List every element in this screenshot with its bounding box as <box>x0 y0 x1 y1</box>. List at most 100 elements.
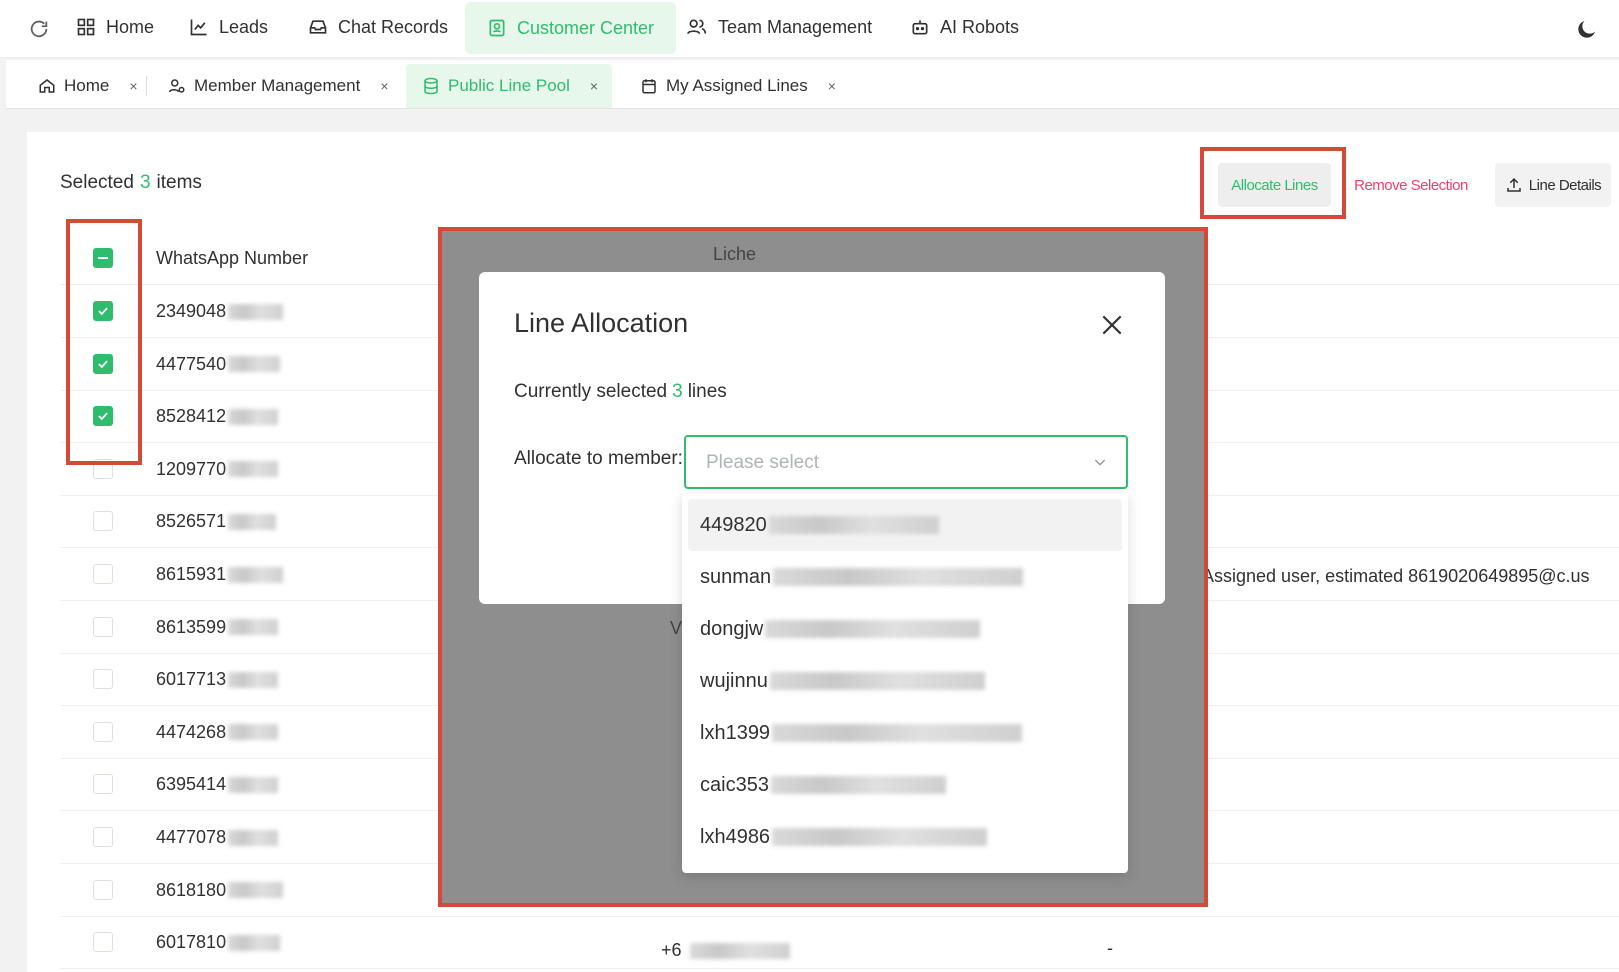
close-icon[interactable]: × <box>129 78 137 94</box>
close-icon[interactable] <box>1099 312 1125 338</box>
allocate-member-label: Allocate to member: <box>514 448 683 469</box>
nav-leads[interactable]: Leads <box>167 0 290 54</box>
tab-home-label: Home <box>64 76 110 95</box>
tab-divider <box>146 76 147 96</box>
robot-icon <box>912 20 928 35</box>
member-option[interactable]: lxh4986 <box>688 811 1122 863</box>
selection-summary: Selected 3 items <box>60 172 202 194</box>
member-option[interactable]: lxh1399 <box>688 707 1122 759</box>
whatsapp-number-text: 8526571 <box>156 511 227 532</box>
dialog-info-count: 3 <box>672 381 683 402</box>
nav-customer-center[interactable]: Customer Center <box>465 2 677 54</box>
blurred-digits <box>228 356 281 373</box>
check-icon <box>98 412 108 421</box>
row-checkbox[interactable] <box>93 669 113 690</box>
blurred-cell <box>688 943 790 964</box>
select-all-checkbox[interactable] <box>93 248 113 268</box>
whatsapp-number-cell: 8528412 <box>156 406 279 427</box>
nav-home[interactable]: Home <box>54 0 176 54</box>
member-option[interactable]: sunman <box>688 551 1122 603</box>
column-header-whatsapp-number: WhatsApp Number <box>156 248 309 268</box>
whatsapp-number-text: 2349048 <box>156 301 227 321</box>
close-icon[interactable]: × <box>590 78 598 94</box>
refresh-icon[interactable] <box>24 14 54 44</box>
row-checkbox[interactable] <box>93 353 113 374</box>
nav-ai-robots-label: AI Robots <box>940 16 1020 37</box>
whatsapp-number-text: 4477078 <box>156 827 227 847</box>
whatsapp-number-text: 4474268 <box>156 721 227 742</box>
blurred-digits <box>228 566 284 583</box>
row-checkbox[interactable] <box>93 301 113 321</box>
row-checkbox[interactable] <box>93 564 113 584</box>
selection-suffix: items <box>156 172 202 193</box>
allocate-lines-button[interactable]: Allocate Lines <box>1218 163 1331 207</box>
blurred-digits <box>228 303 284 320</box>
whatsapp-number-cell: 6017810 <box>156 932 281 953</box>
member-option[interactable]: wujinnu <box>688 655 1122 707</box>
member-option[interactable]: 449820 <box>688 499 1122 551</box>
overlay-cell-text: V <box>670 618 683 638</box>
row-checkbox[interactable] <box>93 511 113 532</box>
house-icon <box>39 79 55 93</box>
close-icon[interactable]: × <box>828 78 836 94</box>
row-checkbox[interactable] <box>93 827 113 847</box>
assigned-user-cell: Assigned user, estimated 8619020649895@c… <box>1202 566 1590 586</box>
upload-icon <box>1507 177 1521 192</box>
chart-line-icon <box>190 19 207 36</box>
table-row[interactable]: 6017810 <box>60 916 1619 970</box>
whatsapp-number-text: 6395414 <box>156 774 227 795</box>
tab-member-management-label: Member Management <box>194 76 361 95</box>
whatsapp-number-cell: 8613599 <box>156 617 279 638</box>
member-dropdown: 449820 sunman dongjw wujinnu lxh1399 cai… <box>682 493 1128 873</box>
blurred-digits <box>228 882 284 899</box>
nav-home-label: Home <box>106 16 155 37</box>
row-checkbox[interactable] <box>93 406 113 427</box>
remove-selection-button[interactable]: Remove Selection <box>1346 163 1476 207</box>
tab-home[interactable]: Home × <box>22 64 152 108</box>
calendar-icon <box>642 79 656 94</box>
user-gear-icon <box>168 79 185 93</box>
row-checkbox[interactable] <box>93 458 113 479</box>
blurred-digits <box>228 934 281 951</box>
dialog-info-suffix: lines <box>687 381 727 402</box>
whatsapp-number-cell: 4474268 <box>156 721 279 743</box>
nav-chat-records[interactable]: Chat Records <box>286 0 470 54</box>
partial-cell: +6 <box>661 940 682 960</box>
row-checkbox[interactable] <box>93 774 113 795</box>
nav-leads-label: Leads <box>219 16 269 37</box>
blurred-digits <box>228 776 279 793</box>
whatsapp-number-cell: 8615931 <box>156 564 284 585</box>
tab-my-assigned-lines-label: My Assigned Lines <box>666 76 808 95</box>
check-icon <box>98 360 108 368</box>
check-icon <box>98 307 108 316</box>
tab-member-management[interactable]: Member Management × <box>152 64 403 108</box>
nav-team-management[interactable]: Team Management <box>664 0 894 54</box>
member-select[interactable]: Please select <box>684 435 1128 489</box>
contact-card-icon <box>489 19 505 37</box>
blurred-digits <box>228 619 279 636</box>
whatsapp-number-cell: 8526571 <box>156 511 277 532</box>
row-checkbox[interactable] <box>93 932 113 953</box>
row-checkbox[interactable] <box>93 879 113 900</box>
dialog-title: Line Allocation <box>514 308 689 338</box>
nav-team-management-label: Team Management <box>718 16 873 37</box>
close-icon[interactable]: × <box>380 78 388 94</box>
row-checkbox[interactable] <box>93 616 113 637</box>
users-icon <box>687 19 707 35</box>
blurred-digits <box>228 408 279 425</box>
nav-ai-robots[interactable]: AI Robots <box>888 0 1041 54</box>
blurred-digits <box>228 829 279 846</box>
line-details-button[interactable]: Line Details <box>1495 163 1611 207</box>
whatsapp-number-text: 6017810 <box>156 932 227 953</box>
tab-public-line-pool-label: Public Line Pool <box>448 76 570 95</box>
row-checkbox[interactable] <box>93 721 113 742</box>
tab-bar: Home × Member Management × Public Line P… <box>6 60 1619 109</box>
tab-public-line-pool[interactable]: Public Line Pool × <box>406 64 613 108</box>
blurred-digits <box>228 724 279 741</box>
moon-icon[interactable] <box>1572 14 1602 44</box>
tab-my-assigned-lines[interactable]: My Assigned Lines × <box>624 64 850 108</box>
selection-count: 3 <box>139 172 151 193</box>
member-option[interactable]: dongjw <box>688 603 1122 655</box>
member-option[interactable]: caic353 <box>688 759 1122 811</box>
whatsapp-number-text: 6017713 <box>156 669 227 690</box>
